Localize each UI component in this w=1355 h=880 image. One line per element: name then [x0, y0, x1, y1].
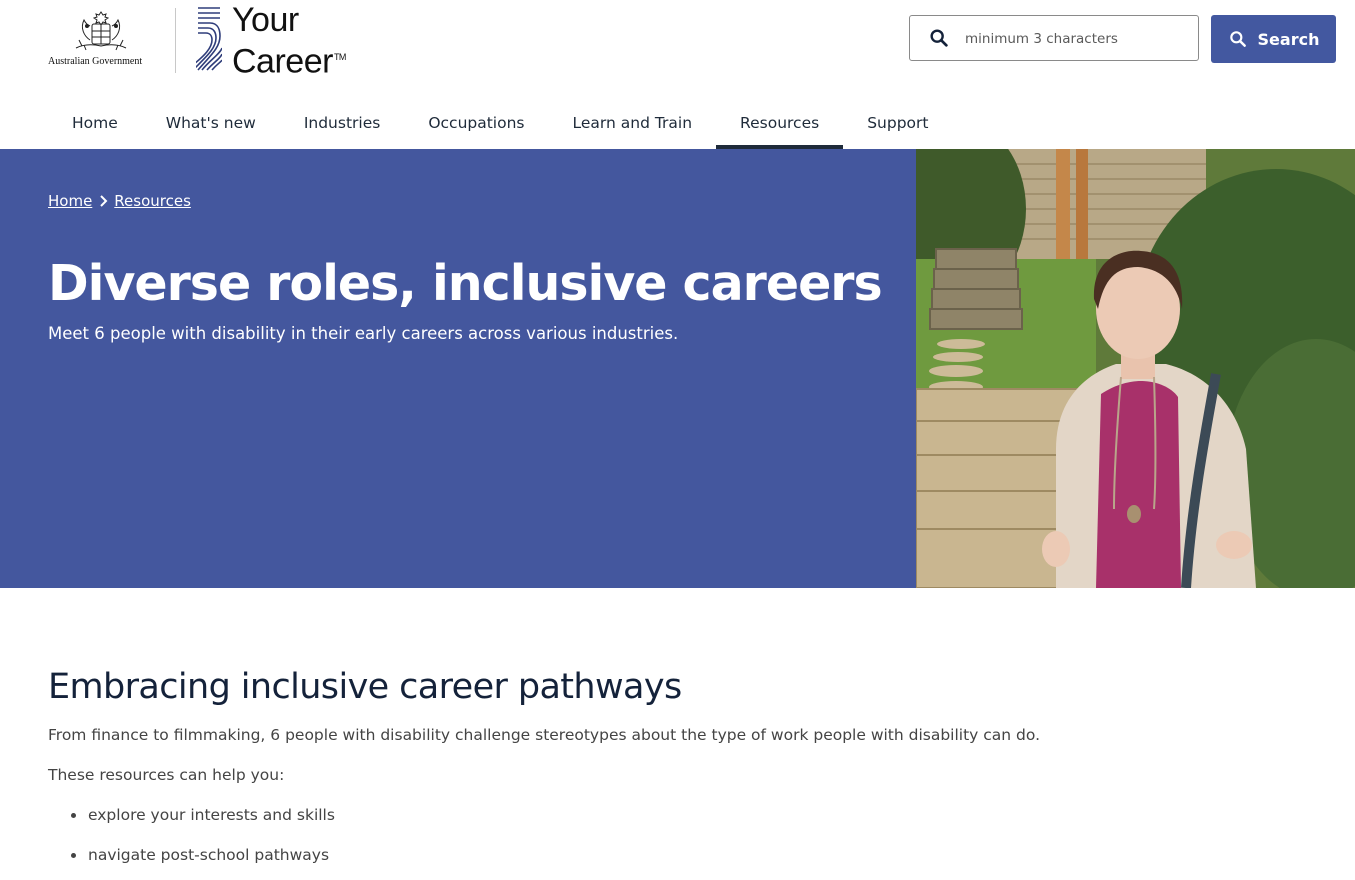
search-button[interactable]: Search	[1211, 15, 1336, 63]
brand-line-2: CareerTM	[232, 39, 346, 80]
site-header: Australian Government Your CareerTM mini…	[0, 0, 1355, 96]
nav-item-industries[interactable]: Industries	[280, 96, 405, 149]
page-title: Diverse roles, inclusive careers	[48, 255, 883, 312]
nav-item-support[interactable]: Support	[843, 96, 952, 149]
list-item: navigate post-school pathways	[71, 843, 1048, 867]
search-box[interactable]	[909, 15, 1199, 61]
hero-image	[916, 149, 1355, 588]
section-heading: Embracing inclusive career pathways	[48, 667, 682, 707]
trademark-mark: TM	[333, 52, 347, 62]
nav-item-home[interactable]: Home	[48, 96, 142, 149]
search-icon	[930, 29, 948, 47]
your-career-mark-icon	[196, 7, 222, 71]
search-input[interactable]	[965, 28, 1185, 50]
main-nav: Home What's new Industries Occupations L…	[48, 96, 952, 149]
nav-item-resources[interactable]: Resources	[716, 96, 844, 149]
list-item: explore your interests and skills	[71, 803, 1048, 827]
hero-banner: Home Resources Diverse roles, inclusive …	[0, 149, 916, 588]
main-content: Embracing inclusive career pathways From…	[48, 664, 1048, 880]
brand-line-1: Your	[232, 1, 299, 39]
search-icon	[1229, 31, 1246, 47]
chevron-right-icon	[100, 195, 108, 207]
brand-line-2-text: Career	[232, 42, 333, 81]
benefits-list: explore your interests and skills naviga…	[71, 803, 1048, 867]
your-career-logo[interactable]: Your CareerTM	[232, 2, 346, 80]
nav-item-occupations[interactable]: Occupations	[404, 96, 548, 149]
gov-logo-text: Australian Government	[48, 56, 143, 67]
search-button-label: Search	[1257, 29, 1320, 49]
nav-item-whats-new[interactable]: What's new	[142, 96, 280, 149]
australian-government-logo[interactable]: Australian Government	[48, 10, 156, 70]
logo-divider	[175, 8, 176, 73]
page-subtitle: Meet 6 people with disability in their e…	[48, 324, 679, 343]
lead-paragraph: These resources can help you:	[48, 766, 285, 784]
breadcrumb-home-link[interactable]: Home	[48, 192, 92, 210]
hero-photo-illustration	[916, 149, 1355, 588]
breadcrumb-resources-link[interactable]: Resources	[114, 192, 191, 210]
nav-item-learn-and-train[interactable]: Learn and Train	[549, 96, 717, 149]
breadcrumb: Home Resources	[48, 192, 191, 210]
coat-of-arms-icon	[75, 11, 127, 51]
intro-paragraph: From finance to filmmaking, 6 people wit…	[48, 726, 1041, 744]
